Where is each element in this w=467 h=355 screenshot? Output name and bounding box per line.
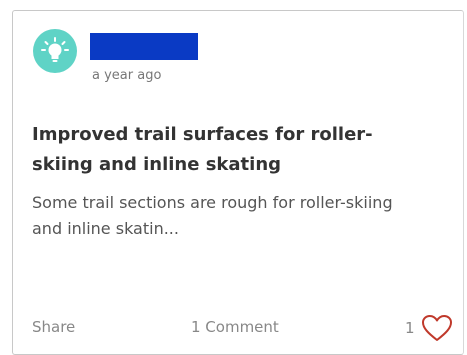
post-card: a year ago Improved trail surfaces for r…: [12, 10, 464, 355]
heart-outline-icon[interactable]: [421, 314, 453, 342]
like-count: 1: [405, 319, 415, 337]
share-button[interactable]: Share: [32, 318, 75, 336]
post-title[interactable]: Improved trail surfaces for roller-skiin…: [32, 120, 422, 180]
post-excerpt: Some trail sections are rough for roller…: [32, 193, 393, 238]
author-avatar[interactable]: [33, 29, 77, 73]
like-button[interactable]: 1: [405, 314, 453, 342]
lightbulb-icon: [41, 37, 69, 62]
comments-link[interactable]: 1 Comment: [191, 318, 279, 336]
author-name-redacted: [90, 33, 198, 60]
post-timestamp: a year ago: [92, 68, 162, 83]
